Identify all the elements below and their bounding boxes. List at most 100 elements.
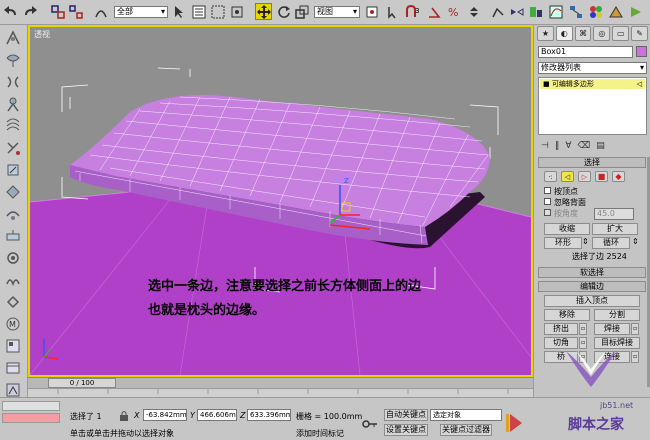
tool-icon-17[interactable] — [5, 382, 21, 398]
material-editor-icon[interactable] — [588, 4, 604, 20]
display-tab-icon[interactable]: ▭ — [612, 26, 630, 41]
extrude-settings-icon[interactable]: ▫ — [579, 323, 587, 335]
hierarchy-tab-icon[interactable]: ⌘ — [574, 26, 592, 41]
configure-sets-icon[interactable]: ▤ — [596, 141, 605, 151]
lock-selection-icon[interactable] — [116, 408, 132, 424]
percent-snap-icon[interactable]: % — [446, 4, 462, 20]
object-color-swatch[interactable] — [636, 46, 647, 57]
tool-icon-11[interactable] — [5, 250, 21, 266]
ring-spinner-icon[interactable]: ⇕ — [582, 237, 589, 246]
tool-icon-5[interactable] — [5, 118, 21, 134]
stack-item[interactable]: ■ 可编辑多边形 ◁ — [540, 79, 645, 89]
motion-tab-icon[interactable]: ◎ — [593, 26, 611, 41]
expand-icon[interactable]: ■ — [543, 80, 550, 88]
remove-button[interactable]: 移除 — [544, 309, 590, 321]
remove-modifier-icon[interactable]: ⌫ — [578, 141, 591, 151]
pivot-center-icon[interactable] — [364, 4, 380, 20]
unlink-icon[interactable] — [68, 4, 84, 20]
border-level-icon[interactable]: ▷ — [578, 171, 591, 182]
time-slider[interactable]: 0 / 100 — [28, 377, 533, 388]
named-selection-icon[interactable] — [490, 4, 506, 20]
rollout-soft-selection[interactable]: 软选择 — [538, 267, 646, 278]
rollout-selection[interactable]: 选择 — [538, 157, 646, 168]
ring-button[interactable]: 环形 — [544, 237, 582, 249]
loop-button[interactable]: 循环 — [592, 237, 630, 249]
spinner-snap-icon[interactable] — [466, 4, 482, 20]
select-by-name-icon[interactable] — [191, 4, 207, 20]
tool-icon-10[interactable] — [5, 228, 21, 244]
track-bar[interactable] — [28, 388, 533, 397]
set-key-button[interactable]: 设置关键点 — [384, 424, 428, 436]
connect-settings-icon[interactable]: ▫ — [631, 351, 639, 363]
vertex-level-icon[interactable]: ·: — [544, 171, 557, 182]
maxscript-listener[interactable] — [2, 401, 60, 411]
modify-tab-icon[interactable]: ◐ — [555, 26, 573, 41]
angle-spinner[interactable]: 45.0 — [594, 208, 634, 220]
reference-coord-dropdown[interactable]: 视图 ▾ — [314, 6, 360, 18]
angle-snap-icon[interactable] — [426, 4, 442, 20]
bind-space-warp-icon[interactable] — [93, 4, 109, 20]
mirror-icon[interactable] — [509, 4, 525, 20]
extrude-button[interactable]: 挤出 — [544, 323, 578, 335]
align-icon[interactable] — [528, 4, 544, 20]
tool-icon-9[interactable] — [5, 206, 21, 222]
make-unique-icon[interactable]: ∀ — [565, 141, 571, 151]
quick-render-icon[interactable] — [628, 4, 644, 20]
ignore-backfacing-checkbox[interactable] — [544, 198, 551, 205]
perspective-viewport[interactable]: Z 透视 选中一条边，注意要选择之前长方体侧面上的边 也就是枕头的边缘。 — [28, 25, 533, 377]
tool-icon-3[interactable] — [5, 74, 21, 90]
viewport-label[interactable]: 透视 — [34, 29, 50, 40]
move-icon[interactable] — [255, 3, 272, 20]
show-end-result-icon[interactable]: ‖ — [555, 141, 560, 151]
modifier-list-dropdown[interactable]: 修改器列表 ▾ — [538, 62, 647, 74]
schematic-view-icon[interactable] — [568, 4, 584, 20]
tool-icon-14[interactable]: M — [5, 316, 21, 332]
selection-filter-dropdown[interactable]: 全部 ▾ — [114, 6, 168, 18]
scale-icon[interactable] — [294, 4, 310, 20]
maxscript-output[interactable] — [2, 413, 60, 423]
selection-set-dropdown[interactable]: 选定对象 — [430, 409, 502, 421]
curve-editor-icon[interactable] — [548, 4, 564, 20]
element-level-icon[interactable]: ◆ — [612, 171, 625, 182]
select-link-icon[interactable] — [50, 4, 66, 20]
weld-settings-icon[interactable]: ▫ — [631, 323, 639, 335]
window-crossing-icon[interactable] — [229, 4, 245, 20]
tool-icon-4[interactable] — [5, 96, 21, 112]
tool-icon-13[interactable] — [5, 294, 21, 310]
tool-icon-8[interactable] — [5, 184, 21, 200]
rollout-edit-edges[interactable]: 编辑边 — [538, 281, 646, 292]
split-button[interactable]: 分割 — [594, 309, 640, 321]
undo-icon[interactable] — [3, 4, 19, 20]
auto-key-button[interactable]: 自动关键点 — [384, 409, 428, 421]
tool-icon-2[interactable] — [5, 52, 21, 68]
tool-icon-12[interactable] — [5, 272, 21, 288]
select-manipulate-icon[interactable] — [386, 4, 402, 20]
redo-icon[interactable] — [22, 4, 38, 20]
utilities-tab-icon[interactable]: ✎ — [631, 26, 648, 41]
key-icon[interactable] — [362, 416, 378, 432]
playback-icon[interactable] — [504, 410, 528, 436]
rect-select-region-icon[interactable] — [210, 4, 226, 20]
tool-icon-16[interactable] — [5, 360, 21, 376]
tool-icon-7[interactable] — [5, 162, 21, 178]
tool-icon-15[interactable] — [5, 338, 21, 354]
render-setup-icon[interactable] — [608, 4, 624, 20]
by-angle-checkbox[interactable] — [544, 209, 551, 216]
rotate-icon[interactable] — [276, 4, 292, 20]
y-coordinate-field[interactable]: 466.606mm — [197, 409, 237, 421]
insert-vertex-button[interactable]: 插入顶点 — [544, 295, 640, 307]
tool-icon-6[interactable] — [5, 140, 21, 156]
add-time-tag[interactable]: 添加时间标记 — [296, 428, 344, 439]
weld-button[interactable]: 焊接 — [594, 323, 630, 335]
shrink-button[interactable]: 收缩 — [544, 223, 590, 235]
time-slider-thumb[interactable]: 0 / 100 — [48, 378, 116, 388]
grow-button[interactable]: 扩大 — [592, 223, 638, 235]
polygon-level-icon[interactable]: ■ — [595, 171, 608, 182]
loop-spinner-icon[interactable]: ⇕ — [632, 237, 639, 246]
tool-icon-1[interactable] — [5, 30, 21, 46]
x-coordinate-field[interactable]: -63.842mm — [143, 409, 187, 421]
z-coordinate-field[interactable]: 633.396mm — [247, 409, 291, 421]
by-vertex-checkbox[interactable] — [544, 187, 551, 194]
create-tab-icon[interactable]: ★ — [537, 26, 554, 41]
pin-stack-icon[interactable]: ⊣ — [541, 141, 549, 151]
